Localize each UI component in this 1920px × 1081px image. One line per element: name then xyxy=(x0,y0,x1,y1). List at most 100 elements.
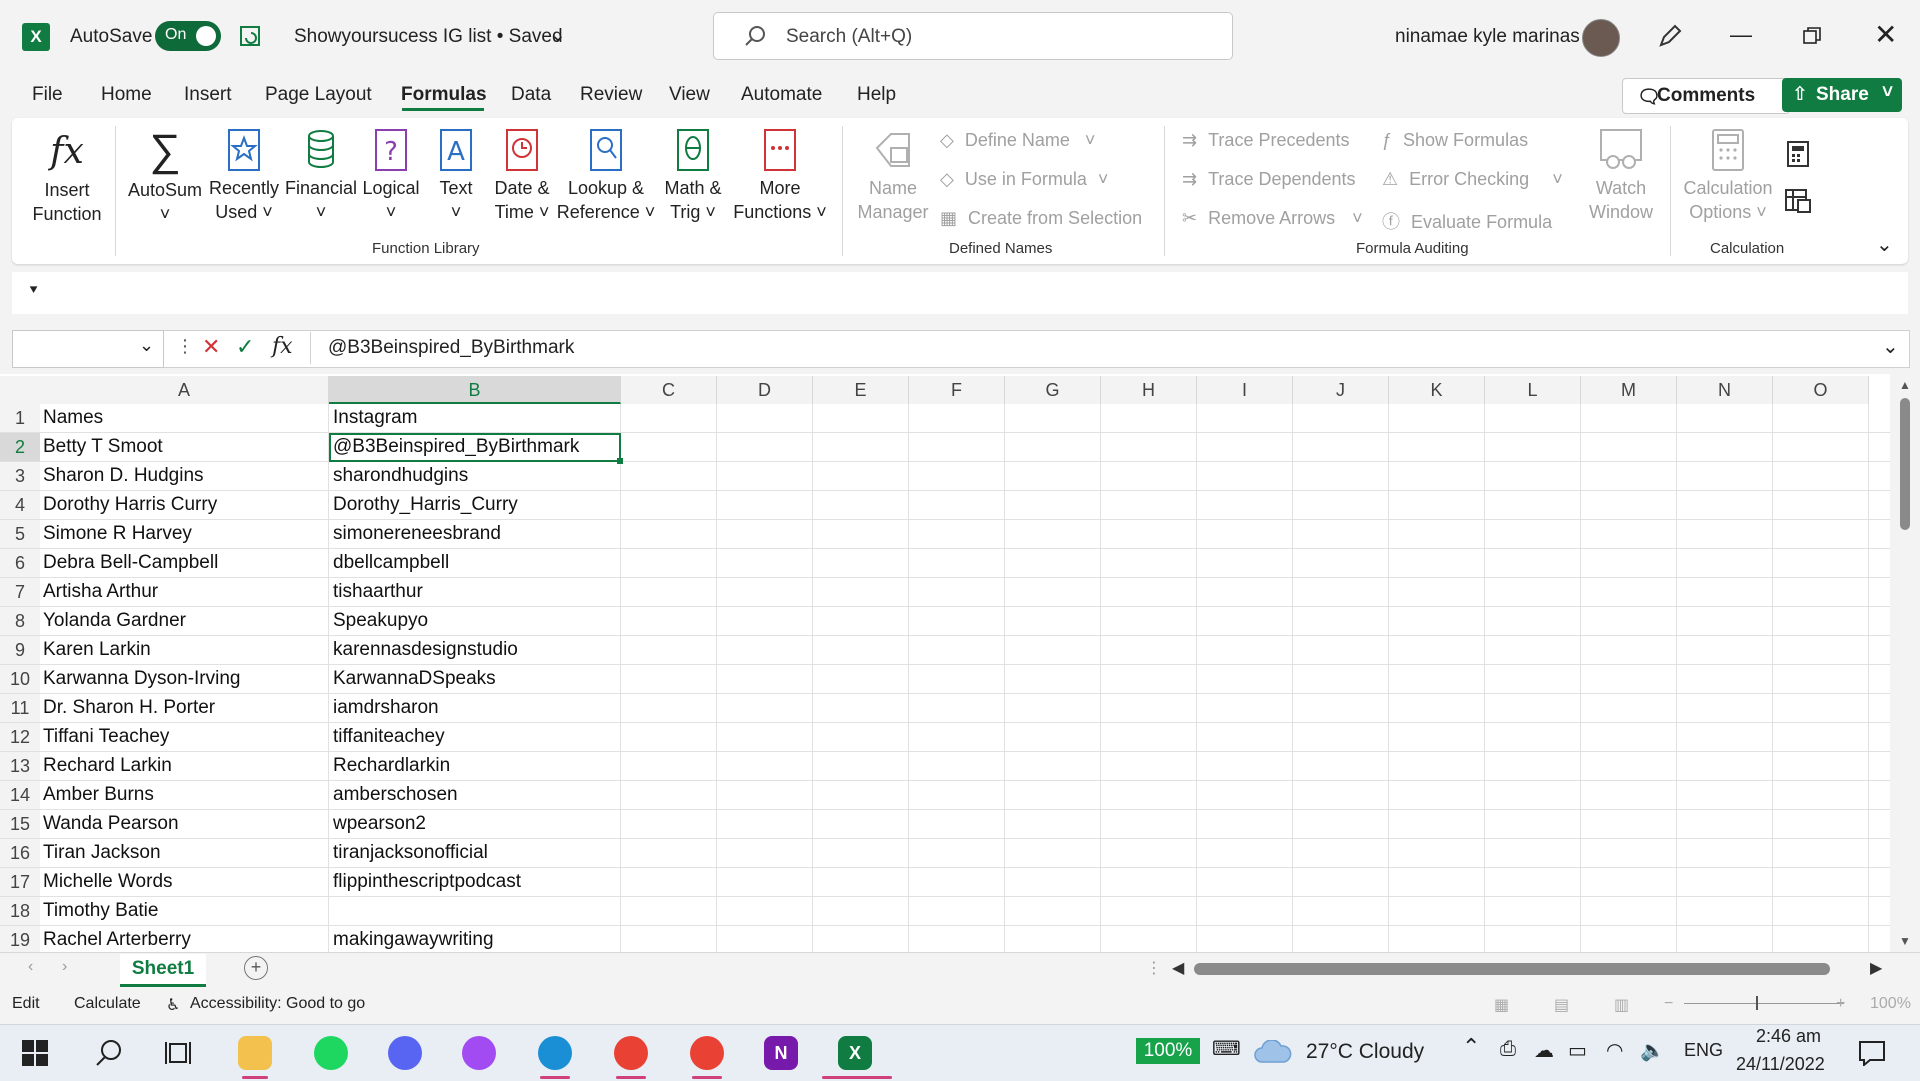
chrome-profile-icon[interactable] xyxy=(690,1036,724,1070)
row-header[interactable]: 4 xyxy=(0,491,40,520)
cell-b15[interactable]: wpearson2 xyxy=(333,813,619,835)
cell-b9[interactable]: karennasdesignstudio xyxy=(333,639,619,661)
formula-bar[interactable] xyxy=(12,330,1910,368)
cell-b8[interactable]: Speakupyo xyxy=(333,610,619,632)
column-header-h[interactable]: H xyxy=(1101,376,1197,404)
cell-b7[interactable]: tishaarthur xyxy=(333,581,619,603)
next-sheet-icon[interactable]: › xyxy=(62,958,67,976)
cell-b6[interactable]: dbellcampbell xyxy=(333,552,619,574)
cell-a6[interactable]: Debra Bell-Campbell xyxy=(43,552,325,574)
battery-icon[interactable]: ▭ xyxy=(1568,1038,1587,1063)
vertical-scrollbar[interactable]: ▲ ▼ xyxy=(1890,376,1920,952)
close-button[interactable]: ✕ xyxy=(1874,18,1897,51)
watch-window-button[interactable]: Watch Window xyxy=(1580,128,1662,224)
cell-a16[interactable]: Tiran Jackson xyxy=(43,842,325,864)
messenger-icon[interactable] xyxy=(462,1036,496,1070)
column-header-f[interactable]: F xyxy=(909,376,1005,404)
tab-automate[interactable]: Automate xyxy=(741,84,822,106)
row-header[interactable]: 13 xyxy=(0,752,40,781)
title-chevron-down-icon[interactable]: ⌄ xyxy=(550,24,566,47)
fill-handle[interactable] xyxy=(617,458,623,464)
autosum-button[interactable]: ∑ AutoSum ˅ xyxy=(122,128,208,226)
task-view-icon[interactable] xyxy=(164,1038,194,1068)
calculate-status[interactable]: Calculate xyxy=(74,995,141,1013)
zoom-in-icon[interactable]: + xyxy=(1836,995,1845,1013)
column-header-k[interactable]: K xyxy=(1389,376,1485,404)
spotify-icon[interactable] xyxy=(314,1036,348,1070)
cell-a5[interactable]: Simone R Harvey xyxy=(43,523,325,545)
column-header-a[interactable]: A xyxy=(40,376,329,404)
row-header[interactable]: 6 xyxy=(0,549,40,578)
calculate-sheet-icon[interactable] xyxy=(1784,188,1812,214)
row-header[interactable]: 14 xyxy=(0,781,40,810)
cell-b13[interactable]: Rechardlarkin xyxy=(333,755,619,777)
cell-b19[interactable]: makingawaywriting xyxy=(333,929,619,951)
minimize-button[interactable]: — xyxy=(1730,22,1752,48)
cell-b10[interactable]: KarwannaDSpeaks xyxy=(333,668,619,690)
financial-button[interactable]: Financial ˅ xyxy=(280,128,362,224)
column-header-b[interactable]: B xyxy=(329,376,621,404)
cell-b14[interactable]: amberschosen xyxy=(333,784,619,806)
vertical-scroll-thumb[interactable] xyxy=(1900,398,1910,530)
chrome-icon[interactable] xyxy=(614,1036,648,1070)
math-trig-button[interactable]: Math & Trig ˅ xyxy=(656,128,730,224)
notifications-icon[interactable] xyxy=(1858,1040,1886,1066)
collapse-ribbon-chevron-icon[interactable]: ⌄ xyxy=(1876,232,1893,257)
cell-b11[interactable]: iamdrsharon xyxy=(333,697,619,719)
tab-help[interactable]: Help xyxy=(857,84,896,106)
cell-b4[interactable]: Dorothy_Harris_Curry xyxy=(333,494,619,516)
cell-a15[interactable]: Wanda Pearson xyxy=(43,813,325,835)
row-header[interactable]: 5 xyxy=(0,520,40,549)
pen-icon[interactable] xyxy=(1656,22,1684,50)
tab-formulas[interactable]: Formulas xyxy=(401,84,487,106)
weather-text[interactable]: 27°C Cloudy xyxy=(1306,1040,1424,1064)
calculation-options-button[interactable]: Calculation Options ˅ xyxy=(1678,128,1778,224)
cell-b12[interactable]: tiffaniteachey xyxy=(333,726,619,748)
touch-keyboard-icon[interactable]: ⌨ xyxy=(1212,1036,1241,1061)
cell-a9[interactable]: Karen Larkin xyxy=(43,639,325,661)
column-header-o[interactable]: O xyxy=(1773,376,1869,404)
column-header-j[interactable]: J xyxy=(1293,376,1389,404)
trace-dependents-button[interactable]: ⇉ Trace Dependents xyxy=(1182,169,1356,190)
row-header[interactable]: 17 xyxy=(0,868,40,897)
tab-file[interactable]: File xyxy=(32,84,63,106)
wifi-icon[interactable]: ◠ xyxy=(1606,1038,1623,1063)
accessibility-status[interactable]: Accessibility: Good to go xyxy=(190,995,365,1013)
clock-date[interactable]: 24/11/2022 xyxy=(1736,1054,1825,1075)
language-indicator[interactable]: ENG xyxy=(1684,1040,1723,1061)
formula-content[interactable]: @B3Beinspired_ByBirthmark xyxy=(328,337,574,359)
cell-b3[interactable]: sharondhudgins xyxy=(333,465,619,487)
volume-icon[interactable]: 🔈 xyxy=(1640,1038,1665,1063)
add-sheet-icon[interactable]: + xyxy=(244,956,268,980)
more-dots-icon[interactable]: ⋮ xyxy=(176,336,194,357)
show-hidden-icons-chevron[interactable]: ⌃ xyxy=(1462,1034,1480,1060)
error-checking-button[interactable]: ⚠ Error Checking ˅ xyxy=(1382,169,1563,190)
excel-taskbar-icon[interactable]: X xyxy=(838,1036,872,1070)
cell-a3[interactable]: Sharon D. Hudgins xyxy=(43,465,325,487)
row-header[interactable]: 9 xyxy=(0,636,40,665)
scroll-down-icon[interactable]: ▼ xyxy=(1899,934,1911,948)
remove-arrows-button[interactable]: ✂ Remove Arrows ˅ xyxy=(1182,208,1363,229)
cell-a18[interactable]: Timothy Batie xyxy=(43,900,325,922)
cell-a10[interactable]: Karwanna Dyson-Irving xyxy=(43,668,325,690)
cell-a7[interactable]: Artisha Arthur xyxy=(43,581,325,603)
cell-a13[interactable]: Rechard Larkin xyxy=(43,755,325,777)
autosave-toggle[interactable]: On xyxy=(155,21,221,51)
cell-a19[interactable]: Rachel Arterberry xyxy=(43,929,325,951)
zoom-slider-thumb[interactable] xyxy=(1756,996,1758,1010)
onenote-icon[interactable]: N xyxy=(764,1036,798,1070)
row-header[interactable]: 7 xyxy=(0,578,40,607)
tab-insert[interactable]: Insert xyxy=(184,84,232,106)
use-in-formula-button[interactable]: ◇ Use in Formula ˅ xyxy=(940,169,1108,190)
battery-percentage-badge[interactable]: 100% xyxy=(1136,1038,1200,1064)
column-header-d[interactable]: D xyxy=(717,376,813,404)
expand-formula-bar-icon[interactable]: ⌄ xyxy=(1882,334,1899,359)
column-header-m[interactable]: M xyxy=(1581,376,1677,404)
customize-qat-icon[interactable]: ⯆ xyxy=(28,282,39,299)
name-manager-button[interactable]: Name Manager xyxy=(850,128,936,224)
row-header[interactable]: 2 xyxy=(0,433,40,462)
cell-b5[interactable]: simonereneesbrand xyxy=(333,523,619,545)
column-header-n[interactable]: N xyxy=(1677,376,1773,404)
lookup-reference-button[interactable]: Lookup & Reference ˅ xyxy=(556,128,656,224)
page-layout-view-icon[interactable]: ▤ xyxy=(1554,995,1569,1015)
